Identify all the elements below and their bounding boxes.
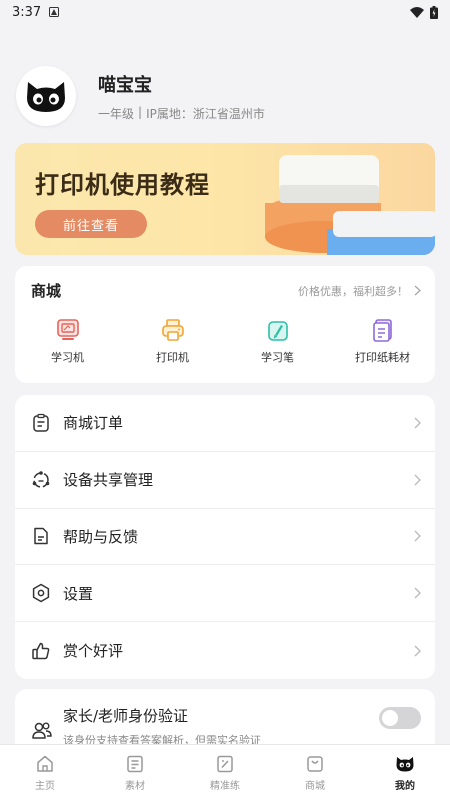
chevron-right-icon: [414, 285, 421, 296]
menu-item-device-sharing[interactable]: 设备共享管理: [15, 452, 435, 509]
menu-item-label: 设备共享管理: [63, 471, 154, 490]
banner-title: 打印机使用教程: [35, 171, 210, 199]
menu-item-settings[interactable]: 设置: [15, 565, 435, 623]
shop-title: 商城: [31, 282, 62, 300]
tab-label: 我的: [395, 780, 415, 792]
printer-tutorial-banner[interactable]: 打印机使用教程 前往查看: [15, 143, 435, 255]
shop-item-label: 打印纸耗材: [355, 351, 410, 364]
profile-header[interactable]: 喵宝宝 一年级 | IP属地：浙江省温州市: [0, 24, 450, 142]
tab-mine[interactable]: 我的: [370, 754, 440, 792]
shop-card: 商城 价格优惠，福利超多！ 学习机 打印机 学习笔 打印纸耗材: [15, 266, 435, 383]
notification-icon: [49, 7, 60, 17]
wifi-icon: [410, 6, 424, 18]
status-bar: 3:37: [0, 0, 450, 24]
paper-icon: [372, 319, 392, 342]
chevron-right-icon: [414, 474, 421, 486]
menu-list: 商城订单 设备共享管理 帮助与反馈 设置 赏个好评: [15, 395, 435, 679]
verify-toggle[interactable]: [379, 707, 421, 729]
learning-machine-icon: [56, 319, 79, 340]
chevron-right-icon: [414, 587, 421, 599]
shop-item-label: 学习机: [51, 351, 84, 364]
printer-illustration: [265, 155, 435, 255]
users-icon: [32, 722, 52, 739]
shop-item-printer[interactable]: 打印机: [128, 317, 218, 365]
view-tutorial-button[interactable]: 前往查看: [35, 210, 147, 238]
document-icon: [34, 528, 48, 545]
menu-item-label: 赏个好评: [63, 642, 124, 661]
battery-icon: [430, 5, 438, 19]
tab-label: 主页: [35, 780, 55, 792]
meta-separator: |: [138, 104, 143, 119]
shop-item-label: 学习笔: [261, 351, 294, 364]
share-icon: [32, 470, 50, 488]
tab-label: 素材: [125, 780, 145, 792]
chevron-right-icon: [414, 645, 421, 657]
shop-item-learning-machine[interactable]: 学习机: [23, 317, 113, 365]
menu-item-label: 帮助与反馈: [63, 527, 139, 546]
cat-icon: [396, 756, 414, 771]
user-grade: 一年级: [98, 106, 135, 121]
shop-more-link[interactable]: 价格优惠，福利超多！: [298, 283, 421, 299]
shop-hint-text: 价格优惠，福利超多！: [298, 284, 408, 298]
status-time: 3:37: [12, 4, 42, 20]
home-icon: [37, 755, 53, 772]
tab-practice[interactable]: 精准练: [190, 754, 260, 792]
shop-item-label: 打印机: [156, 351, 189, 364]
chevron-right-icon: [414, 417, 421, 429]
toggle-knob: [382, 710, 398, 726]
avatar[interactable]: [16, 66, 76, 126]
cat-avatar-icon: [27, 82, 65, 112]
tab-materials[interactable]: 素材: [100, 754, 170, 792]
menu-item-shop-orders[interactable]: 商城订单: [15, 395, 435, 452]
practice-icon: [217, 755, 233, 772]
menu-item-label: 设置: [63, 584, 94, 603]
username: 喵宝宝: [98, 74, 152, 96]
tab-home[interactable]: 主页: [10, 754, 80, 792]
settings-icon: [32, 584, 50, 603]
clipboard-icon: [33, 413, 49, 432]
bottom-tab-bar: 主页 素材 精准练 商城 我的: [0, 744, 450, 800]
menu-item-rate-app[interactable]: 赏个好评: [15, 622, 435, 679]
shop-item-paper-supplies[interactable]: 打印纸耗材: [338, 317, 428, 365]
thumbs-up-icon: [32, 642, 50, 659]
tab-shop[interactable]: 商城: [280, 754, 350, 792]
material-icon: [127, 755, 143, 772]
menu-item-help-feedback[interactable]: 帮助与反馈: [15, 509, 435, 566]
verify-title: 家长/老师身份验证: [63, 707, 189, 725]
tab-label: 精准练: [210, 780, 240, 792]
learning-pen-icon: [267, 321, 288, 341]
shop-item-learning-pen[interactable]: 学习笔: [233, 317, 323, 365]
shop-icon: [307, 755, 323, 772]
tab-label: 商城: [305, 780, 325, 792]
chevron-right-icon: [414, 530, 421, 542]
printer-icon: [161, 319, 184, 341]
ip-location: IP属地：浙江省温州市: [146, 106, 265, 121]
menu-item-label: 商城订单: [63, 414, 124, 433]
